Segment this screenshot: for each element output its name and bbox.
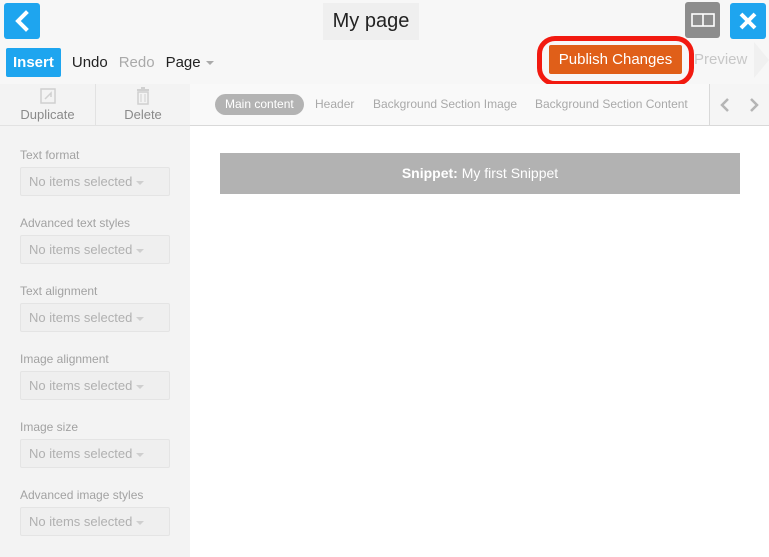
layout-toggle-button[interactable] (685, 2, 720, 38)
redo-button[interactable]: Redo (119, 54, 155, 71)
delete-label: Delete (124, 107, 162, 122)
chevron-down-icon (136, 384, 145, 389)
layout-split-icon (690, 13, 715, 27)
group-label: Image size (20, 420, 79, 434)
chevron-down-icon (136, 180, 145, 185)
sidebar-tools: Duplicate Delete (0, 84, 190, 126)
image-alignment-group: Image alignment No items selected (20, 352, 170, 400)
chevron-down-icon (136, 452, 145, 457)
snippet-prefix: Snippet: (401, 165, 458, 181)
text-format-group: Text format No items selected (20, 148, 170, 196)
top-bar: My page Insert Undo Redo Page Preview Pu… (0, 0, 769, 86)
page-title: My page (323, 3, 419, 40)
text-alignment-select[interactable]: No items selected (20, 303, 170, 332)
snippet-name: My first Snippet (461, 165, 559, 181)
section-tabs: Main content Header Background Section I… (190, 84, 769, 126)
sidebar: Duplicate Delete Text format No items se… (0, 84, 190, 557)
chevron-left-icon (15, 10, 29, 32)
select-value: No items selected (29, 378, 133, 393)
snippet-block[interactable]: Snippet: My first Snippet (220, 153, 740, 194)
duplicate-button[interactable]: Duplicate (0, 84, 95, 125)
select-value: No items selected (29, 310, 133, 325)
highlight-circle (537, 36, 694, 86)
group-label: Text alignment (20, 284, 98, 298)
advanced-image-styles-group: Advanced image styles No items selected (20, 488, 170, 536)
group-label: Advanced text styles (20, 216, 131, 230)
image-size-group: Image size No items selected (20, 420, 170, 468)
image-alignment-select[interactable]: No items selected (20, 371, 170, 400)
group-label: Text format (20, 148, 80, 162)
advanced-text-styles-group: Advanced text styles No items selected (20, 216, 170, 264)
chevron-down-icon (205, 60, 214, 65)
image-size-select[interactable]: No items selected (20, 439, 170, 468)
select-value: No items selected (29, 242, 133, 257)
tab-header[interactable]: Header (315, 94, 354, 115)
duplicate-label: Duplicate (20, 107, 75, 122)
delete-button[interactable]: Delete (95, 84, 190, 125)
close-icon (739, 12, 757, 30)
page-menu[interactable]: Page (166, 54, 214, 71)
select-value: No items selected (29, 514, 133, 529)
group-label: Image alignment (20, 352, 109, 366)
insert-button[interactable]: Insert (6, 47, 61, 77)
select-value: No items selected (29, 174, 133, 189)
duplicate-icon (39, 88, 56, 104)
preview-arrow-icon (754, 42, 769, 78)
chevron-left-icon[interactable] (719, 97, 731, 113)
back-button[interactable] (4, 3, 40, 39)
menu-bar: Insert Undo Redo Page (0, 47, 214, 77)
chevron-down-icon (136, 520, 145, 525)
chevron-down-icon (136, 248, 145, 253)
trash-icon (137, 87, 149, 105)
chevron-down-icon (136, 316, 145, 321)
close-button[interactable] (730, 3, 766, 39)
text-format-select[interactable]: No items selected (20, 167, 170, 196)
tab-main-content[interactable]: Main content (215, 94, 304, 115)
tab-scroll-controls (709, 84, 769, 125)
undo-button[interactable]: Undo (72, 54, 108, 71)
advanced-image-styles-select[interactable]: No items selected (20, 507, 170, 536)
tab-background-section-content[interactable]: Background Section Content (535, 94, 688, 115)
preview-button[interactable]: Preview (694, 51, 747, 68)
page-menu-label: Page (165, 53, 201, 71)
group-label: Advanced image styles (20, 488, 144, 502)
select-value: No items selected (29, 446, 133, 461)
tab-background-section-image[interactable]: Background Section Image (373, 94, 517, 115)
chevron-right-icon[interactable] (748, 97, 760, 113)
text-alignment-group: Text alignment No items selected (20, 284, 170, 332)
editor-content: Main content Header Background Section I… (190, 84, 769, 557)
advanced-text-styles-select[interactable]: No items selected (20, 235, 170, 264)
